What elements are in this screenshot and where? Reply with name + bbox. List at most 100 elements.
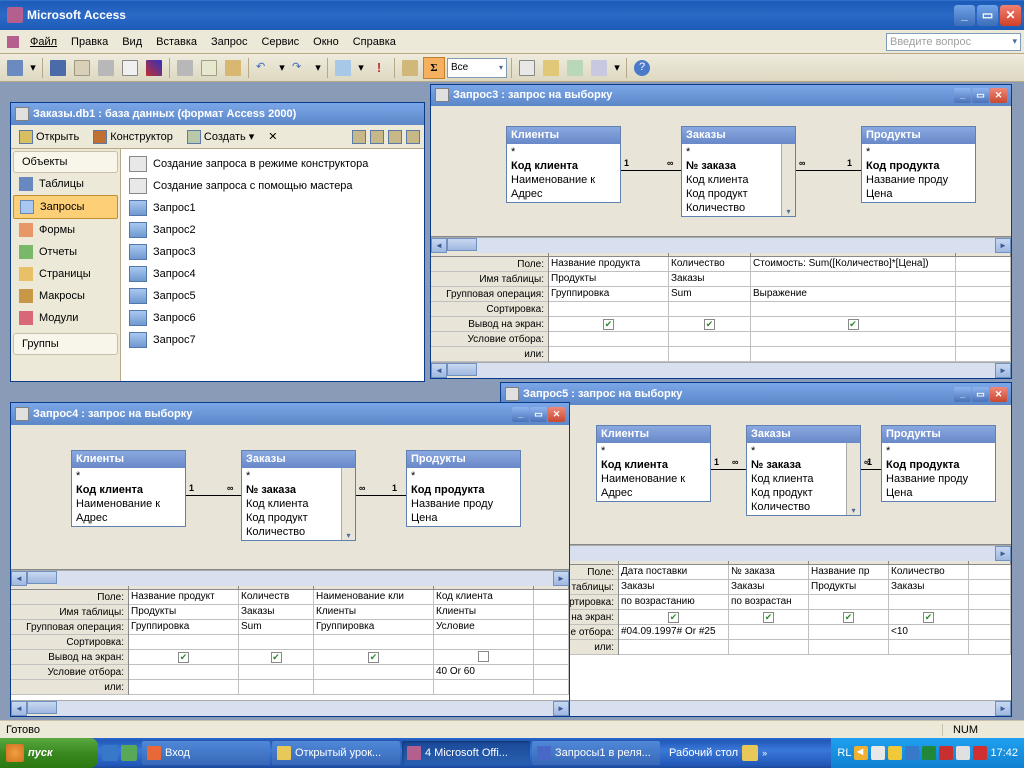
tray-icon[interactable]: ◄ [854,746,868,760]
menu-query[interactable]: Запрос [204,33,254,51]
grid-cell[interactable]: Количество [669,257,751,271]
print-button[interactable] [95,57,117,79]
start-button[interactable]: пуск [0,738,98,768]
grid-cell[interactable]: Количество [889,565,969,579]
grid-cell[interactable]: Продукты [549,272,669,286]
table-box[interactable]: Клиенты *Код клиентаНаименование кАдрес [71,450,186,527]
grid-cell[interactable] [809,625,889,639]
ql-icon[interactable] [102,745,118,761]
grid-cell[interactable]: Выражение [751,287,956,301]
grid-cell[interactable]: Название продукта [549,257,669,271]
nav-modules[interactable]: Модули [13,307,118,329]
grid-cell[interactable]: Продукты [129,605,239,619]
menu-view[interactable]: Вид [115,33,149,51]
grid-cell[interactable] [434,635,534,649]
grid-cell[interactable]: Продукты [809,580,889,594]
grid-cell[interactable]: ✔ [729,610,809,624]
grid-cell[interactable]: #04.09.1997# Or #25 [619,625,729,639]
tray-icon[interactable] [939,746,953,760]
menu-file[interactable]: Файл [23,33,64,51]
dbwin-delete-button[interactable]: ✕ [268,130,277,143]
run-button[interactable]: ! [368,57,390,79]
table-box[interactable]: Заказы *№ заказаКод клиентаКод продуктКо… [746,425,861,516]
table-header[interactable]: Продукты [862,127,975,144]
query4-titlebar[interactable]: Запрос4 : запрос на выборку _ ▭ ✕ [11,403,569,425]
grid-cell[interactable]: Заказы [619,580,729,594]
grid-cell[interactable]: Заказы [729,580,809,594]
query5-titlebar[interactable]: Запрос5 : запрос на выборку _ ▭ ✕ [501,383,1011,405]
menu-tools[interactable]: Сервис [254,33,306,51]
view-list-icon[interactable] [388,130,402,144]
dbwin-open-button[interactable]: Открыть [15,129,83,145]
grid-cell[interactable]: № заказа [729,565,809,579]
querytype-button[interactable] [332,57,354,79]
grid-cell[interactable] [751,272,956,286]
task-button[interactable]: Вход [142,741,270,765]
grid-cell[interactable] [434,650,534,664]
grid-cell[interactable] [729,640,809,654]
grid-cell[interactable]: ✔ [314,650,434,664]
undo-dropdown[interactable]: ▾ [277,57,287,79]
q3-grid[interactable]: Поле:Имя таблицы:Групповая операция:Сорт… [431,253,1011,362]
totals-button[interactable]: Σ [423,57,445,79]
grid-cell[interactable]: Заказы [669,272,751,286]
grid-cell[interactable] [314,680,434,694]
grid-cell[interactable]: ✔ [809,610,889,624]
list-item[interactable]: Запрос5 [125,285,420,307]
q5-max-button[interactable]: ▭ [972,387,989,402]
table-box[interactable]: Продукты *Код продуктаНазвание продуЦена [406,450,521,527]
grid-cell[interactable] [889,595,969,609]
hscroll[interactable]: ◄► [431,237,1011,253]
tray-icon[interactable] [871,746,885,760]
grid-cell[interactable] [809,595,889,609]
table-header[interactable]: Заказы [747,426,860,443]
grid-cell[interactable] [239,665,314,679]
dbwin-button[interactable] [564,57,586,79]
grid-cell[interactable]: Код клиента [434,590,534,604]
list-item[interactable]: Запрос2 [125,219,420,241]
grid-cell[interactable] [751,302,956,316]
redo-button[interactable]: ↷ [289,57,311,79]
undo-button[interactable]: ↶ [253,57,275,79]
menu-edit[interactable]: Правка [64,33,115,51]
grid-cell[interactable]: Sum [669,287,751,301]
grid-cell[interactable] [549,302,669,316]
lang-indicator[interactable]: RL [837,747,851,759]
list-item[interactable]: Создание запроса с помощью мастера [125,175,420,197]
preview-button[interactable] [119,57,141,79]
view-dropdown[interactable]: ▾ [28,57,38,79]
grid-cell[interactable]: ✔ [619,610,729,624]
grid-cell[interactable] [619,640,729,654]
list-item[interactable]: Запрос7 [125,329,420,351]
grid-cell[interactable]: ✔ [239,650,314,664]
ql-icon[interactable] [121,745,137,761]
grid-cell[interactable] [751,332,956,346]
props-button[interactable] [516,57,538,79]
table-header[interactable]: Клиенты [507,127,620,144]
table-header[interactable]: Клиенты [72,451,185,468]
grid-cell[interactable]: ✔ [669,317,751,331]
redo-dropdown[interactable]: ▾ [313,57,323,79]
task-button[interactable]: Открытый урок... [272,741,400,765]
grid-cell[interactable]: Клиенты [434,605,534,619]
clock[interactable]: 17:42 [990,747,1018,759]
list-item[interactable]: Запрос1 [125,197,420,219]
dbwin-create-button[interactable]: Создать ▾ [183,129,258,145]
tray-icon[interactable] [888,746,902,760]
nav-reports[interactable]: Отчеты [13,241,118,263]
task-button[interactable]: 4 Microsoft Offi... [402,741,530,765]
newobj-button[interactable] [588,57,610,79]
grid-cell[interactable] [889,640,969,654]
dbwin-titlebar[interactable]: Заказы.db1 : база данных (формат Access … [11,103,424,125]
grid-cell[interactable]: ✔ [889,610,969,624]
show-desktop[interactable]: Рабочий стол» [661,738,775,768]
grid-cell[interactable] [239,635,314,649]
nav-groups-header[interactable]: Группы [13,333,118,355]
list-item[interactable]: Запрос4 [125,263,420,285]
q5-grid[interactable]: Поле:я таблицы:ртировка:на экран:е отбор… [501,561,1011,655]
q4-diagram[interactable]: Клиенты *Код клиентаНаименование кАдрес … [11,425,569,570]
grid-cell[interactable] [729,625,809,639]
grid-cell[interactable] [129,665,239,679]
grid-cell[interactable]: Дата поставки [619,565,729,579]
newobj-dropdown[interactable]: ▾ [612,57,622,79]
